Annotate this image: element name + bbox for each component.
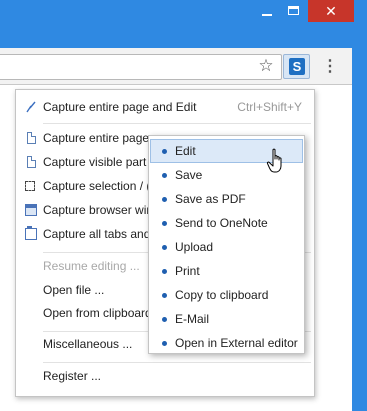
menu-divider [43,123,311,124]
submenu-item-label: Upload [175,240,214,254]
bookmark-star-icon[interactable]: ☆ [257,57,275,75]
maximize-icon [287,6,299,15]
browser-menu-icon[interactable]: ⋮ [322,56,338,78]
submenu-item-label: Copy to clipboard [175,288,269,302]
menu-item-label: Capture entire page [43,131,150,145]
minimize-icon [262,14,272,16]
menu-item-label: Register ... [43,369,102,383]
screenshot-extension-button[interactable]: S [283,54,310,79]
menu-item-label: Miscellaneous ... [43,337,133,351]
selection-icon [25,181,35,191]
bullet-icon [162,221,167,226]
submenu-item-save-as-pdf[interactable]: Save as PDF [150,187,303,211]
submenu-item-upload[interactable]: Upload [150,235,303,259]
menu-item-label: Capture all tabs and [43,227,151,241]
bullet-icon [162,269,167,274]
submenu-item-label: Print [175,264,200,278]
menu-item-label: Open from clipboard [43,306,152,320]
submenu-item-label: Edit [175,144,196,158]
browser-window-icon [25,204,37,216]
bullet-icon [162,341,167,346]
submenu-item-label: Open in External editor [175,336,298,350]
bullet-icon [162,197,167,202]
menu-item-label: Capture visible part [43,155,147,169]
submenu-item-send-to-onenote[interactable]: Send to OneNote [150,211,303,235]
maximize-button[interactable] [279,0,307,22]
submenu-item-label: Save [175,168,203,182]
bullet-icon [162,245,167,250]
bullet-icon [162,149,167,154]
menu-divider [43,362,311,363]
hand-cursor-icon [266,148,282,173]
close-icon: ✕ [325,3,337,19]
bullet-icon [162,173,167,178]
page-icon [27,132,36,144]
lightning-icon [26,101,36,113]
submenu-item-label: Send to OneNote [175,216,268,230]
submenu-item-copy-to-clipboard[interactable]: Copy to clipboard [150,283,303,307]
tabs-icon [25,226,37,240]
window-frame-right [352,0,367,411]
submenu-item-label: E-Mail [175,312,210,326]
menu-item-capture-entire-page-and-edit[interactable]: Capture entire page and Edit Ctrl+Shift+… [16,95,314,119]
menu-item-shortcut: Ctrl+Shift+Y [237,100,302,114]
address-bar[interactable] [0,54,282,80]
menu-item-label: Capture selection / ( [43,179,151,193]
submenu-item-open-in-external-editor[interactable]: Open in External editor [150,331,303,355]
submenu-item-print[interactable]: Print [150,259,303,283]
close-button[interactable]: ✕ [308,0,354,22]
visible-part-icon [27,156,36,168]
menu-item-label: Capture browser wir [43,203,151,217]
submenu-item-e-mail[interactable]: E-Mail [150,307,303,331]
menu-item-label: Open file ... [43,283,105,297]
minimize-button[interactable] [253,0,281,22]
menu-item-register[interactable]: Register ... [16,364,314,388]
submenu-item-label: Save as PDF [175,192,246,206]
menu-item-label: Capture entire page and Edit [43,100,197,114]
bullet-icon [162,293,167,298]
screenshot-extension-icon: S [289,58,305,75]
menu-item-label: Resume editing ... [43,259,140,273]
bullet-icon [162,317,167,322]
